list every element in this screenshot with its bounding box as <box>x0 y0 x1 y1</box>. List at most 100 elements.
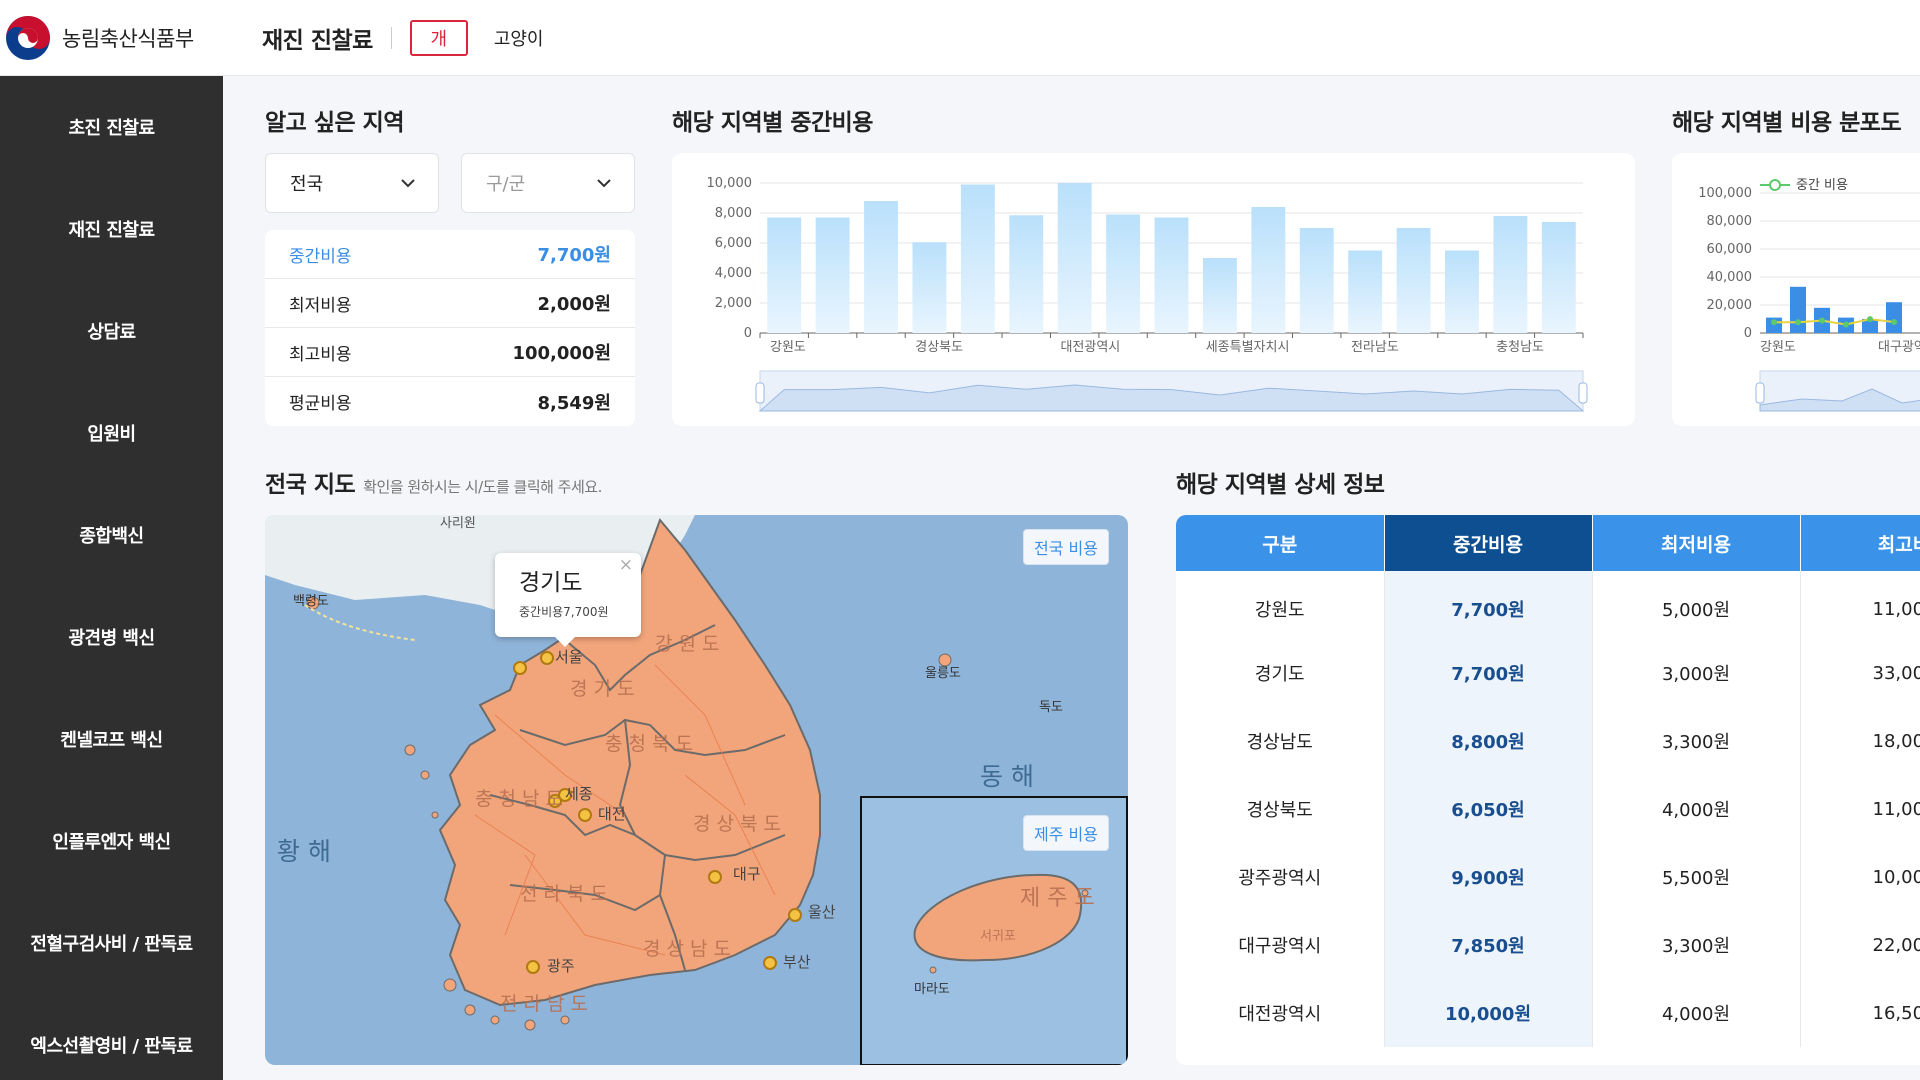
bar-경기도 <box>1790 286 1806 333</box>
map-label-marado: 마라도 <box>914 982 950 997</box>
cell-row-region: 경상남도 <box>1176 707 1385 775</box>
cell-row-min: 4,000원 <box>1592 775 1801 843</box>
x-tick-label: 전라남도 <box>1351 340 1399 355</box>
cell-row-region: 대구광역시 <box>1176 911 1385 979</box>
table-row[interactable]: 경상남도8,800원3,300원18,000 <box>1176 707 1920 775</box>
distribution-bar-chart[interactable]: 100,000 80,000 60,000 40,000 20,000 0 중간 비용강원도… <box>1672 153 1920 426</box>
popup-region-cost: 중간비용7,700원 <box>519 605 609 619</box>
map-label-baekryeong: 백령도 <box>293 594 329 609</box>
bar-강원도 <box>767 217 802 333</box>
y-tick-label: 4,000 <box>715 266 752 281</box>
summary-value: 8,549원 <box>537 392 612 414</box>
table-row[interactable]: 대구광역시7,850원3,300원22,000 <box>1176 911 1920 979</box>
cost-summary: 중간비용 7,700원 최저비용 2,000원 최고비용 100,000원 평균… <box>265 230 635 426</box>
bar-제주특별자치도 <box>1445 250 1479 333</box>
summary-label: 평균비용 <box>289 394 352 414</box>
summary-value: 2,000원 <box>537 294 612 315</box>
cell-row-median: 7,700원 <box>1384 639 1593 707</box>
map-label-yellow-sea: 황 해 <box>277 837 331 866</box>
bar-인천광역시 <box>1299 228 1334 333</box>
median-point <box>1867 316 1873 323</box>
x-tick-label: 대구광역 <box>1878 340 1920 355</box>
sidebar-item-hospitalization[interactable]: 입원비 <box>0 382 223 484</box>
table-row[interactable]: 강원도7,700원5,000원11,000 <box>1176 571 1920 639</box>
header-divider <box>390 26 392 49</box>
page-title: 재진 진찰료 <box>262 27 373 54</box>
ministry-logo[interactable]: 농림축산식품부 <box>2 12 250 64</box>
map-label-seogwipo: 서귀포 <box>980 929 1016 944</box>
legend-label: 중간 비용 <box>1796 178 1848 193</box>
sidebar-item-xray[interactable]: 엑스선촬영비 / 판독료 <box>0 994 223 1080</box>
cell-row-max: 11,000 <box>1800 571 1920 639</box>
taegeuk-logo-icon <box>6 15 50 60</box>
zoom-handle-left <box>755 382 765 404</box>
map-label-seoul: 서울 <box>555 648 583 666</box>
tab-dog[interactable]: 개 <box>409 19 468 56</box>
district-select[interactable]: 구/군 <box>461 153 635 213</box>
bar-충청남도 <box>1493 216 1528 333</box>
sidebar-item-combo-vaccine[interactable]: 종합백신 <box>0 484 223 586</box>
sidebar-item-cbc-test[interactable]: 전혈구검사비 / 판독료 <box>0 892 223 994</box>
median-point <box>1843 321 1849 328</box>
jeju-cost-button[interactable]: 제주 비용 <box>1023 815 1109 851</box>
district-select-placeholder: 구/군 <box>486 174 526 195</box>
map-label-gwangju: 광주 <box>547 957 575 975</box>
table-row[interactable]: 경상북도6,050원4,000원11,000 <box>1176 775 1920 843</box>
bar-전라북도 <box>1396 228 1431 333</box>
sidebar-item-influenza-vaccine[interactable]: 인플루엔자 백신 <box>0 790 223 892</box>
cell-row-region: 경기도 <box>1176 639 1385 707</box>
summary-row-median: 중간비용 7,700원 <box>265 230 635 279</box>
summary-value: 7,700원 <box>537 245 612 266</box>
x-tick-label: 강원도 <box>1760 340 1796 355</box>
median-bar-chart[interactable]: 10,000 8,000 6,000 4,000 2,000 0 강원도 경상북도 대전광역시 세… <box>672 153 1635 426</box>
distribution-chart-card: 100,000 80,000 60,000 40,000 20,000 0 중간 비용 강원도… <box>1672 153 1920 426</box>
map-label-daejeon: 대전 <box>598 805 626 823</box>
distribution-chart-title: 해당 지역별 비용 분포도 <box>1672 110 1902 136</box>
cell-row-median: 10,000원 <box>1384 979 1593 1047</box>
cell-row-region: 대전광역시 <box>1176 979 1385 1047</box>
province-select-value: 전국 <box>290 174 324 195</box>
map-label-gangwon: 강 원 도 <box>655 633 720 655</box>
popup-close-icon[interactable]: × <box>619 555 633 575</box>
x-tick-label: 충청남도 <box>1496 340 1544 355</box>
sidebar-item-initial-exam[interactable]: 초진 진찰료 <box>0 76 223 178</box>
sidebar-item-rabies-vaccine[interactable]: 광견병 백신 <box>0 586 223 688</box>
col-header-median[interactable]: 중간비용 <box>1384 515 1593 571</box>
y-tick-label: 0 <box>744 326 752 341</box>
y-tick-label: 40,000 <box>1707 270 1753 285</box>
national-cost-button[interactable]: 전국 비용 <box>1023 529 1109 565</box>
table-row[interactable]: 경기도7,700원3,000원33,000 <box>1176 639 1920 707</box>
sidebar-item-kennel-cough-vaccine[interactable]: 켄넬코프 백신 <box>0 688 223 790</box>
popup-region-name: 경기도 <box>519 570 583 596</box>
cell-row-region: 광주광역시 <box>1176 843 1385 911</box>
detail-title: 해당 지역별 상세 정보 <box>1176 472 1385 498</box>
map-label-chungnam: 충 청 남 도 <box>475 788 563 810</box>
table-row[interactable]: 대전광역시10,000원4,000원16,500 <box>1176 979 1920 1047</box>
map-label-daegu: 대구 <box>733 865 761 883</box>
tab-cat[interactable]: 고양이 <box>494 25 544 51</box>
bar-충청북도 <box>1541 222 1576 333</box>
cell-row-region: 경상북도 <box>1176 775 1385 843</box>
map-label-ulleung: 울릉도 <box>925 666 961 681</box>
detail-table: 구분 중간비용 최저비용 최고비 강원도7,700원5,000원11,000경기… <box>1176 515 1920 1047</box>
x-tick-label: 경상북도 <box>915 340 963 355</box>
col-header-min[interactable]: 최저비용 <box>1592 515 1801 571</box>
sidebar-item-consultation[interactable]: 상담료 <box>0 280 223 382</box>
detail-table-card: 구분 중간비용 최저비용 최고비 강원도7,700원5,000원11,000경기… <box>1176 515 1920 1065</box>
sidebar-item-reexam[interactable]: 재진 진찰료 <box>0 178 223 280</box>
col-header-region[interactable]: 구분 <box>1176 515 1385 571</box>
median-point <box>1771 319 1777 326</box>
map-label-gyeongnam: 경 상 남 도 <box>643 938 731 960</box>
median-chart-card: 10,000 8,000 6,000 4,000 2,000 0 강원도 경상북도 대전광역시 세… <box>672 153 1635 426</box>
top-header: 농림축산식품부 재진 진찰료 개 고양이 <box>0 0 1920 76</box>
table-row[interactable]: 광주광역시9,900원5,500원10,000 <box>1176 843 1920 911</box>
province-select[interactable]: 전국 <box>265 153 439 213</box>
cell-row-median: 8,800원 <box>1384 707 1593 775</box>
cell-row-max: 18,000 <box>1800 707 1920 775</box>
sidebar: 초진 진찰료 재진 진찰료 상담료 입원비 종합백신 광견병 백신 켄넬코프 백… <box>0 76 223 1080</box>
korea-map[interactable]: 사리원 백령도 울릉도 독도 마라도 대구 울산 부산 광주 대전 세종 서울 … <box>265 515 1128 1065</box>
col-header-max[interactable]: 최고비 <box>1800 515 1920 571</box>
summary-label: 최고비용 <box>289 344 352 365</box>
map-hint: 확인을 원하시는 시/도를 클릭해 주세요. <box>363 478 602 496</box>
bar-부산광역시 <box>1106 214 1141 333</box>
